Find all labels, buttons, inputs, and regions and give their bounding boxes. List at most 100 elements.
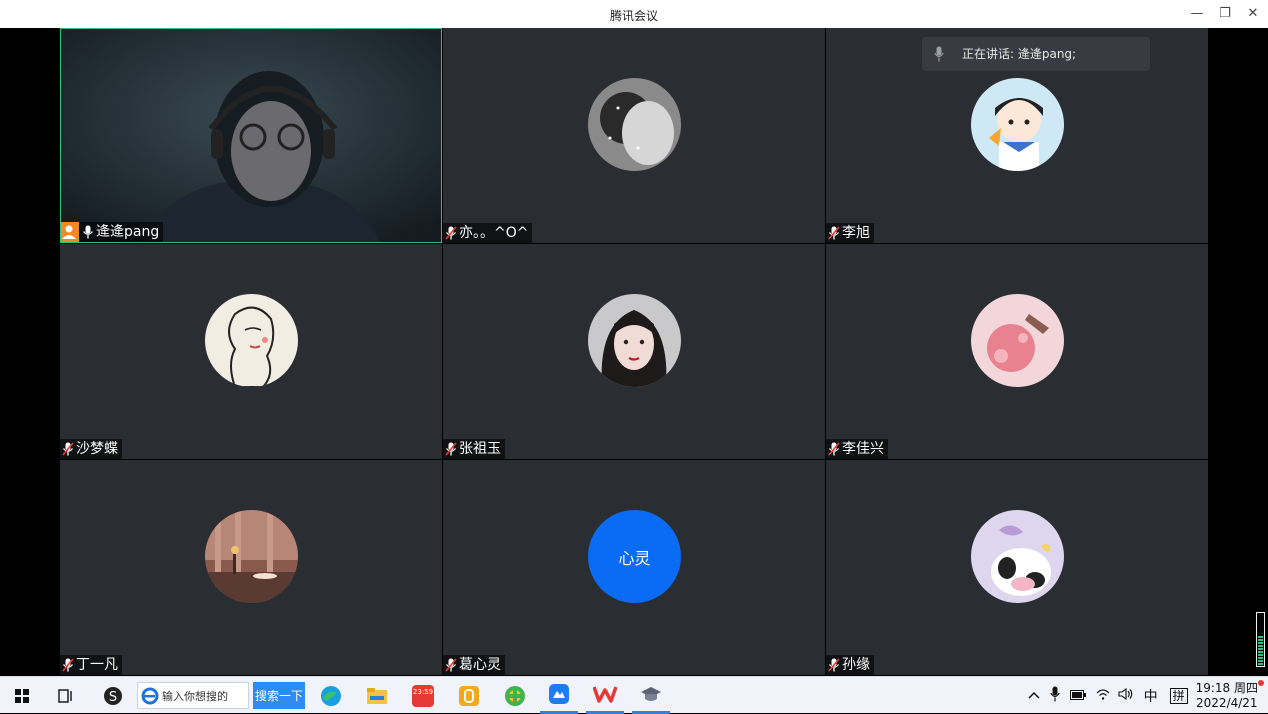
battery-button[interactable] — [1069, 689, 1086, 703]
sogou-icon: S — [104, 686, 122, 705]
ie-icon — [141, 687, 159, 704]
chevron-up-icon — [1028, 691, 1040, 699]
avatar — [205, 510, 298, 603]
participant-tile[interactable]: 李佳兴 — [826, 244, 1208, 459]
participant-nametag: 亦。。^O^ — [443, 223, 533, 243]
start-button[interactable] — [8, 677, 36, 714]
avatar — [971, 510, 1064, 603]
battery-icon — [1069, 689, 1086, 700]
edge-app-button[interactable] — [316, 677, 346, 714]
search-input[interactable]: 输入你想搜的 — [137, 682, 249, 709]
clock-date: 2022/4/21 — [1196, 695, 1258, 710]
mic-muted-icon — [828, 442, 840, 456]
clock[interactable]: 19:18 周四 2022/4/21 — [1196, 681, 1258, 711]
mic-muted-icon — [445, 658, 457, 672]
graduation-cap-icon — [641, 687, 661, 701]
edge-icon — [321, 685, 341, 706]
participant-name: 李旭 — [842, 225, 870, 241]
volume-meter — [1256, 612, 1265, 667]
avatar — [971, 78, 1064, 171]
participant-name: 李佳兴 — [842, 441, 884, 457]
wifi-icon — [1096, 689, 1110, 700]
mic-muted-icon — [828, 226, 840, 240]
avatar: 心灵 — [588, 510, 681, 603]
plus-shield-icon — [505, 685, 525, 706]
mic-muted-icon — [62, 442, 74, 456]
participant-name: 逄逄pang — [96, 224, 160, 240]
participant-nametag: 李佳兴 — [826, 439, 888, 459]
video-grid: 逄逄pang 亦。。^O^ 李旭 沙梦蝶 张祖玉 李佳兴 丁一凡 心灵 葛心灵 … — [0, 28, 1268, 676]
sogou-app-button[interactable]: S — [98, 677, 128, 714]
participant-tile[interactable]: 沙梦蝶 — [60, 244, 442, 459]
ime-mode-button[interactable]: 中 — [1144, 686, 1158, 706]
folder-icon — [367, 687, 387, 704]
host-icon — [61, 222, 79, 242]
search-placeholder: 输入你想搜的 — [162, 689, 228, 703]
camera-video — [61, 29, 441, 242]
participant-nametag: 沙梦蝶 — [60, 439, 122, 459]
participant-nametag: 丁一凡 — [60, 655, 122, 675]
network-button[interactable] — [1096, 688, 1110, 703]
participant-name: 沙梦蝶 — [76, 441, 118, 457]
close-button[interactable]: ✕ — [1242, 4, 1264, 24]
window-title: 腾讯会议 — [609, 9, 658, 23]
participant-name: 亦。。^O^ — [459, 225, 529, 241]
participant-tile[interactable]: 亦。。^O^ — [443, 28, 825, 243]
participant-nametag: 孙缘 — [826, 655, 874, 675]
tencent-meeting-button[interactable] — [540, 677, 578, 714]
participant-tile[interactable]: 孙缘 — [826, 460, 1208, 675]
participant-nametag: 张祖玉 — [443, 439, 505, 459]
windows-icon — [15, 688, 29, 703]
participant-nametag: 逄逄pang — [61, 222, 164, 242]
ime-pinyin-button[interactable]: 拼 — [1169, 687, 1188, 704]
participant-nametag: 李旭 — [826, 223, 874, 243]
participant-tile[interactable]: 张祖玉 — [443, 244, 825, 459]
avatar — [971, 294, 1064, 387]
search-button[interactable]: 搜索一下 — [253, 682, 305, 709]
mic-muted-icon — [445, 442, 457, 456]
participant-tile-host[interactable]: 逄逄pang — [60, 28, 442, 243]
mic-muted-icon — [828, 658, 840, 672]
clock-time: 19:18 周四 — [1195, 680, 1258, 695]
mic-tray-button[interactable] — [1049, 686, 1060, 705]
participant-name: 孙缘 — [842, 657, 870, 673]
notes-app-button[interactable] — [454, 677, 484, 714]
system-tray: 中 拼 19:18 周四 2022/4/21 — [1028, 677, 1264, 714]
speaking-label: 正在讲话: 逄逄pang; — [962, 47, 1077, 61]
notes-icon — [459, 685, 479, 706]
mic-icon — [934, 46, 944, 62]
tray-expand-button[interactable] — [1028, 688, 1040, 703]
security-app-button[interactable] — [500, 677, 530, 714]
mic-muted-icon — [62, 658, 74, 672]
participant-name: 葛心灵 — [459, 657, 501, 673]
mic-on-icon — [82, 225, 94, 239]
wps-icon — [593, 686, 617, 703]
svg-text:S: S — [109, 690, 117, 705]
avatar — [588, 78, 681, 171]
task-view-icon — [58, 688, 72, 703]
participant-name: 张祖玉 — [459, 441, 501, 457]
minimize-button[interactable]: — — [1186, 4, 1208, 24]
speaking-indicator: 正在讲话: 逄逄pang; — [922, 37, 1150, 71]
edu-app-button[interactable] — [632, 677, 670, 714]
microphone-icon — [1049, 686, 1060, 702]
restore-button[interactable]: ❐ — [1214, 4, 1236, 24]
tencent-meeting-icon — [549, 684, 569, 704]
avatar — [205, 294, 298, 387]
participant-name: 丁一凡 — [76, 657, 118, 673]
participant-nametag: 葛心灵 — [443, 655, 505, 675]
participant-tile[interactable]: 丁一凡 — [60, 460, 442, 675]
avatar — [588, 294, 681, 387]
file-explorer-button[interactable] — [362, 677, 392, 714]
wps-button[interactable] — [586, 677, 624, 714]
app-badge-label: 23:59 — [412, 688, 434, 696]
participant-tile[interactable]: 心灵 葛心灵 — [443, 460, 825, 675]
calendar-app-button[interactable]: 23:59 — [408, 677, 438, 714]
title-bar: 腾讯会议 — ❐ ✕ — [0, 0, 1268, 28]
task-view-button[interactable] — [52, 677, 80, 714]
mic-muted-icon — [445, 226, 457, 240]
notification-dot — [1258, 680, 1264, 686]
taskbar: S 输入你想搜的 搜索一下 23:59 中 拼 19:18 周四 2022/4/… — [0, 676, 1268, 714]
volume-button[interactable] — [1118, 687, 1134, 703]
speaker-icon — [1118, 687, 1132, 701]
